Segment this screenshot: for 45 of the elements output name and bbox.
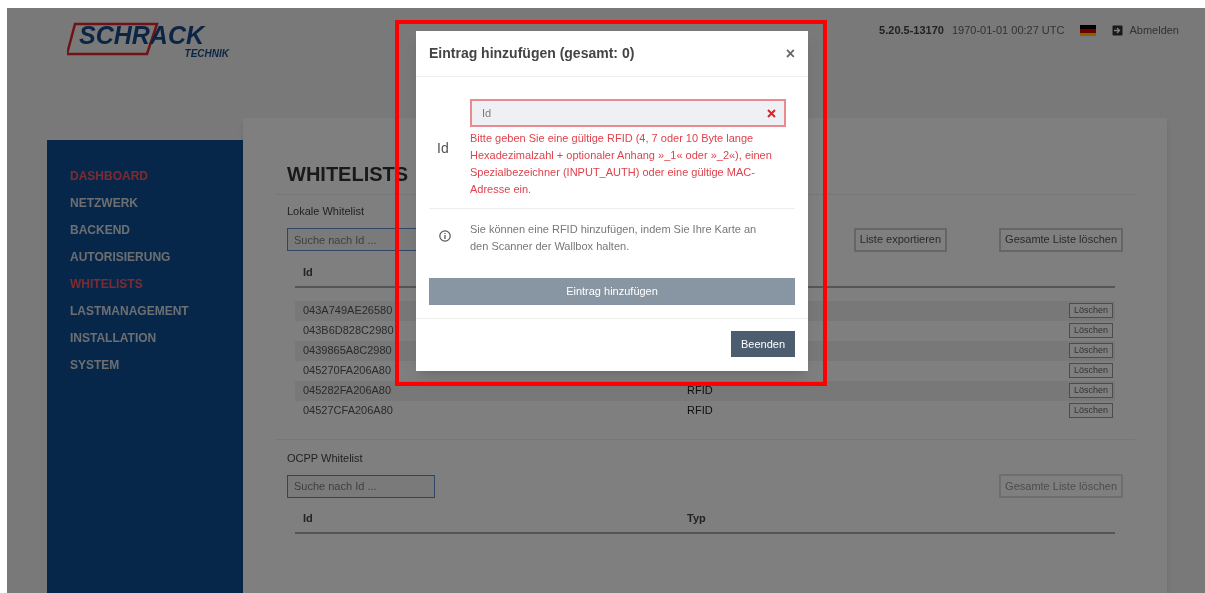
sidebar-item[interactable]: LASTMANAGEMENT xyxy=(70,303,189,320)
table-cell-text: 045282FA206A80 xyxy=(303,383,393,399)
sidebar-item[interactable]: BACKEND xyxy=(70,222,130,239)
table-cell-text: RFID xyxy=(687,383,713,399)
add-entry-button[interactable]: Eintrag hinzufügen xyxy=(429,278,795,305)
delete-button[interactable]: Löschen xyxy=(1068,323,1113,338)
sidebar-item[interactable]: DASHBOARD xyxy=(70,168,148,185)
sidebar-item[interactable]: WHITELISTS xyxy=(70,276,143,293)
version-text: 5.20.5-13170 xyxy=(879,23,944,38)
datetime-text: 1970-01-01 00:27 UTC xyxy=(951,23,1065,38)
sidebar-item[interactable]: INSTALLATION xyxy=(70,330,157,347)
sidebar-item[interactable]: SYSTEM xyxy=(70,357,120,374)
list-button[interactable]: Liste exportieren xyxy=(853,227,948,252)
search-field[interactable]: Suche nach Id ... xyxy=(287,474,435,498)
info-icon xyxy=(439,230,451,242)
section-label: Lokale Whitelist xyxy=(287,204,366,219)
table-cell-text: 0439865A8C2980 xyxy=(303,343,393,359)
invalid-icon xyxy=(767,109,776,118)
table-cell-text: 04527CFA206A80 xyxy=(303,403,394,419)
delete-button[interactable]: Löschen xyxy=(1068,363,1113,378)
section-label: OCPP Whitelist xyxy=(287,450,364,466)
field-label: Id xyxy=(436,139,449,158)
delete-button[interactable]: Löschen xyxy=(1068,343,1113,358)
dialog-title: Eintrag hinzufügen (gesamt: 0) xyxy=(429,44,635,63)
error-message: Bitte geben Sie eine gültige RFID (4, 7 oder 10 Byte lange Hexadezimalzahl + optionaler Anhang »_1« oder »_2«), einen Spezialbezeichner (INPUT_AUTH) oder eine gültige MAC-Adresse ein. xyxy=(470,131,773,197)
id-input-field[interactable]: Id xyxy=(470,99,786,127)
delete-button[interactable]: Löschen xyxy=(1068,383,1113,398)
delete-button[interactable]: Löschen xyxy=(1068,403,1113,418)
table-cell-text: 043B6D828C2980 xyxy=(303,323,395,339)
close-button[interactable]: × xyxy=(785,45,795,62)
table-cell-text: RFID xyxy=(687,403,713,419)
table-cell-text: 043A749AE26580 xyxy=(303,303,394,319)
sidebar-item[interactable]: NETZWERK xyxy=(70,195,138,212)
list-button[interactable]: Gesamte Liste löschen xyxy=(999,227,1123,252)
german-flag-icon xyxy=(1080,24,1097,36)
close-dialog-button[interactable]: Beenden xyxy=(730,331,795,357)
column-header: Typ xyxy=(687,510,706,526)
logout-icon xyxy=(1112,24,1124,36)
table-cell-text: 045270FA206A80 xyxy=(303,363,393,379)
column-header: Id xyxy=(303,510,314,526)
column-header: Id xyxy=(303,265,313,281)
info-text: Sie können eine RFID hinzufügen, indem Sie Ihre Karte an den Scanner der Wallbox halten. xyxy=(470,222,758,254)
logout-link[interactable]: Abmelden xyxy=(1112,22,1179,39)
sidebar-item[interactable]: AUTORISIERUNG xyxy=(70,249,171,266)
delete-button[interactable]: Löschen xyxy=(1068,303,1113,318)
